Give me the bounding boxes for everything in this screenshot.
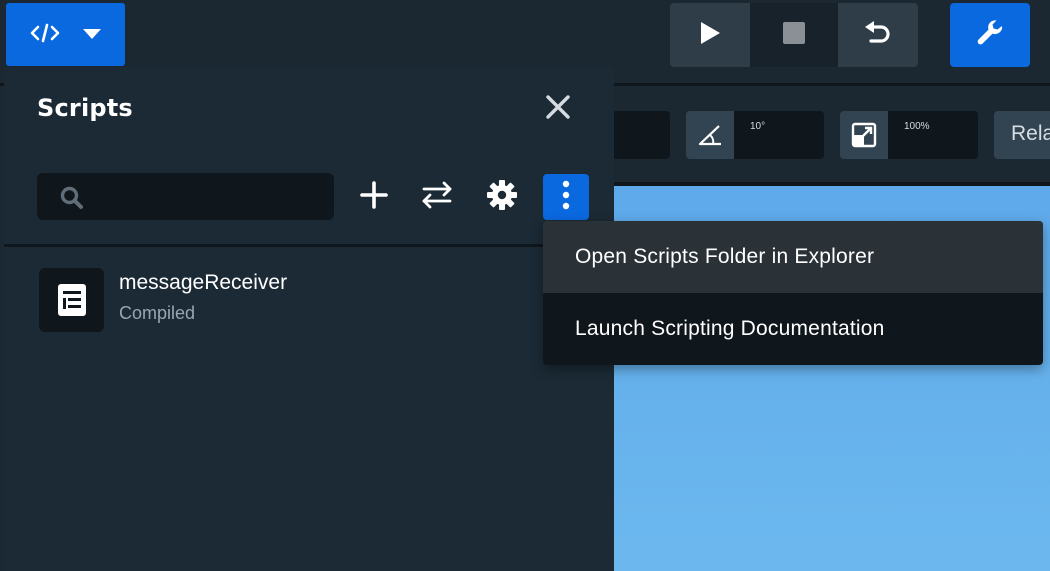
menu-item-open-scripts-folder[interactable]: Open Scripts Folder in Explorer	[543, 221, 1043, 293]
stop-icon	[782, 21, 806, 49]
sync-scripts-button[interactable]	[414, 174, 460, 220]
more-vertical-icon	[562, 180, 570, 214]
script-list-item[interactable]: messageReceiver Compiled	[4, 263, 614, 335]
close-button[interactable]	[542, 93, 574, 125]
relative-toggle-button[interactable]: Rela	[994, 111, 1050, 159]
playback-controls	[670, 3, 918, 67]
script-name: messageReceiver	[119, 271, 288, 294]
tools-button[interactable]	[950, 3, 1030, 67]
scripts-toggle-button[interactable]	[6, 3, 125, 66]
undo-button[interactable]	[838, 3, 918, 67]
angle-icon	[686, 111, 734, 159]
gear-icon	[486, 179, 518, 215]
search-box[interactable]	[37, 173, 334, 220]
script-file-icon	[39, 268, 104, 332]
panel-title: Scripts	[37, 94, 133, 122]
script-status: Compiled	[119, 303, 196, 323]
caret-down-icon	[82, 25, 102, 44]
rotation-snap-value[interactable]: 10°	[734, 111, 824, 159]
search-icon	[59, 185, 83, 209]
scripts-panel: Scripts messageReceiver Compiled	[4, 67, 614, 571]
wrench-icon	[975, 18, 1005, 52]
undo-icon	[863, 20, 893, 50]
rotation-snap-field[interactable]: 10°	[686, 111, 824, 159]
scale-snap-value[interactable]: 100%	[888, 111, 978, 159]
close-icon	[546, 95, 570, 123]
more-options-menu: Open Scripts Folder in Explorer Launch S…	[543, 221, 1043, 365]
settings-button[interactable]	[479, 174, 525, 220]
stop-button[interactable]	[750, 3, 838, 67]
search-input[interactable]	[97, 181, 322, 213]
swap-arrows-icon	[421, 181, 453, 213]
play-button[interactable]	[670, 3, 750, 67]
add-script-button[interactable]	[351, 174, 397, 220]
plus-icon	[360, 181, 388, 213]
more-options-button[interactable]	[543, 174, 589, 220]
scale-icon	[840, 111, 888, 159]
play-icon	[699, 21, 721, 49]
menu-item-launch-documentation[interactable]: Launch Scripting Documentation	[543, 293, 1043, 365]
panel-divider	[4, 244, 614, 247]
code-icon	[30, 22, 60, 48]
scale-snap-field[interactable]: 100%	[840, 111, 978, 159]
